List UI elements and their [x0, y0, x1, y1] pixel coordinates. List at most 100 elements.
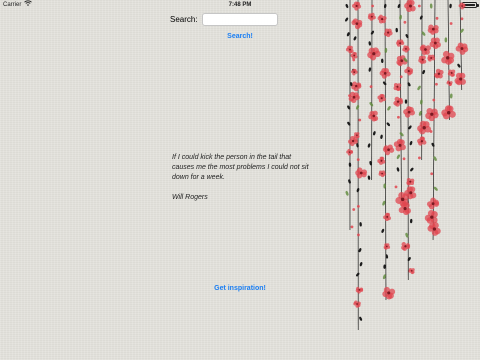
flower-bud	[449, 22, 453, 25]
flower-center	[422, 126, 426, 130]
flower-leaf-dark	[345, 3, 349, 9]
flower-center	[352, 95, 356, 99]
flower-center	[349, 48, 351, 51]
flower-bud	[352, 208, 356, 211]
flower-leaf-dark	[395, 27, 398, 33]
flower-bud	[356, 158, 360, 162]
flower-blossom	[417, 120, 432, 135]
flower-blossom	[367, 12, 376, 21]
flower-blossom	[403, 106, 415, 118]
search-input[interactable]	[201, 13, 278, 26]
flower-leaf-dark	[373, 131, 376, 136]
flower-center	[410, 270, 413, 272]
flower-center	[386, 245, 388, 248]
flower-center	[353, 71, 356, 73]
flower-blossom	[441, 105, 456, 120]
flower-bud	[435, 82, 438, 86]
flower-leaf-dark	[422, 69, 426, 75]
flower-leaf-dark	[383, 264, 386, 269]
flower-center	[460, 47, 464, 51]
flower-center	[424, 48, 427, 51]
flower-leaf-dark	[367, 143, 371, 148]
flower-petal	[405, 243, 411, 248]
flower-center	[430, 215, 434, 219]
flower-bud	[397, 115, 400, 119]
flower-blossom	[419, 44, 431, 56]
flower-blossom	[429, 37, 441, 50]
search-label: Search:	[170, 15, 198, 24]
flower-blossom	[378, 170, 386, 178]
flower-blossom	[424, 210, 438, 224]
flower-blossom	[382, 286, 396, 300]
flower-bud	[402, 157, 406, 161]
flower-blossom	[418, 55, 427, 65]
flower-bud	[358, 118, 362, 122]
flower-center	[409, 180, 412, 183]
flower-center	[356, 134, 358, 136]
flower-petal	[361, 169, 368, 175]
flower-bud	[371, 4, 374, 8]
flower-leaf-green	[396, 154, 400, 160]
flower-leaf-dark	[345, 17, 349, 22]
flower-leaf-dark	[368, 67, 372, 72]
flower-center	[430, 112, 434, 116]
flower-bud	[417, 4, 421, 8]
flower-leaf-dark	[410, 218, 413, 224]
flower-blossom	[382, 144, 395, 156]
flower-center	[407, 70, 410, 73]
flower-leaf-green	[433, 186, 438, 191]
flower-center	[355, 84, 358, 88]
flower-leaf-dark	[396, 167, 400, 172]
search-button[interactable]: Search!	[216, 33, 264, 40]
flower-blossom	[441, 50, 455, 65]
flower-blossom	[377, 93, 386, 103]
flower-leaf-green	[429, 3, 433, 9]
flower-center	[348, 151, 351, 153]
flower-center	[381, 172, 384, 175]
flower-center	[386, 215, 389, 218]
flower-leaf-green	[345, 190, 349, 196]
flower-center	[403, 207, 407, 211]
flower-center	[380, 97, 383, 100]
get-inspiration-button[interactable]: Get inspiration!	[206, 285, 274, 292]
flower-center	[358, 288, 361, 291]
flower-petal	[349, 150, 353, 154]
flower-blossom	[346, 148, 354, 156]
flower-petal	[449, 81, 453, 85]
flower-leaf-dark	[353, 36, 357, 41]
flower-blossom	[404, 66, 414, 76]
flower-leaf-green	[387, 106, 391, 111]
flower-blossom	[368, 110, 379, 122]
quote-block: If I could kick the person in the tail t…	[172, 153, 312, 203]
flower-center	[400, 59, 404, 63]
flower-blossom	[427, 54, 436, 62]
flower-center	[431, 202, 435, 206]
flower-bud	[460, 17, 464, 21]
flower-blossom	[425, 107, 439, 122]
flower-center	[370, 15, 373, 18]
flower-blossom	[426, 197, 440, 210]
flower-blossom	[393, 83, 402, 92]
flower-center	[409, 191, 413, 195]
flower-blossom	[379, 67, 391, 79]
flower-center	[398, 143, 402, 147]
flower-center	[355, 22, 359, 25]
flower-leaf-dark	[397, 3, 401, 9]
flower-leaf-green	[420, 99, 423, 105]
flower-blossom	[454, 72, 466, 86]
flower-center	[387, 291, 391, 295]
flower-center	[405, 48, 407, 50]
flower-bud	[430, 172, 434, 176]
hanging-flowers-illustration	[345, 0, 469, 331]
flower-bud	[356, 205, 360, 208]
flower-bud	[357, 233, 360, 237]
flower-leaf-dark	[359, 262, 363, 267]
flower-bud	[435, 16, 439, 20]
flower-bud	[369, 85, 373, 89]
flower-blossom	[427, 222, 441, 236]
flower-blossom	[367, 47, 381, 61]
flower-petal	[432, 222, 439, 229]
flower-blossom	[350, 68, 358, 76]
flower-center	[355, 4, 358, 8]
flower-leaf-dark	[386, 122, 390, 127]
